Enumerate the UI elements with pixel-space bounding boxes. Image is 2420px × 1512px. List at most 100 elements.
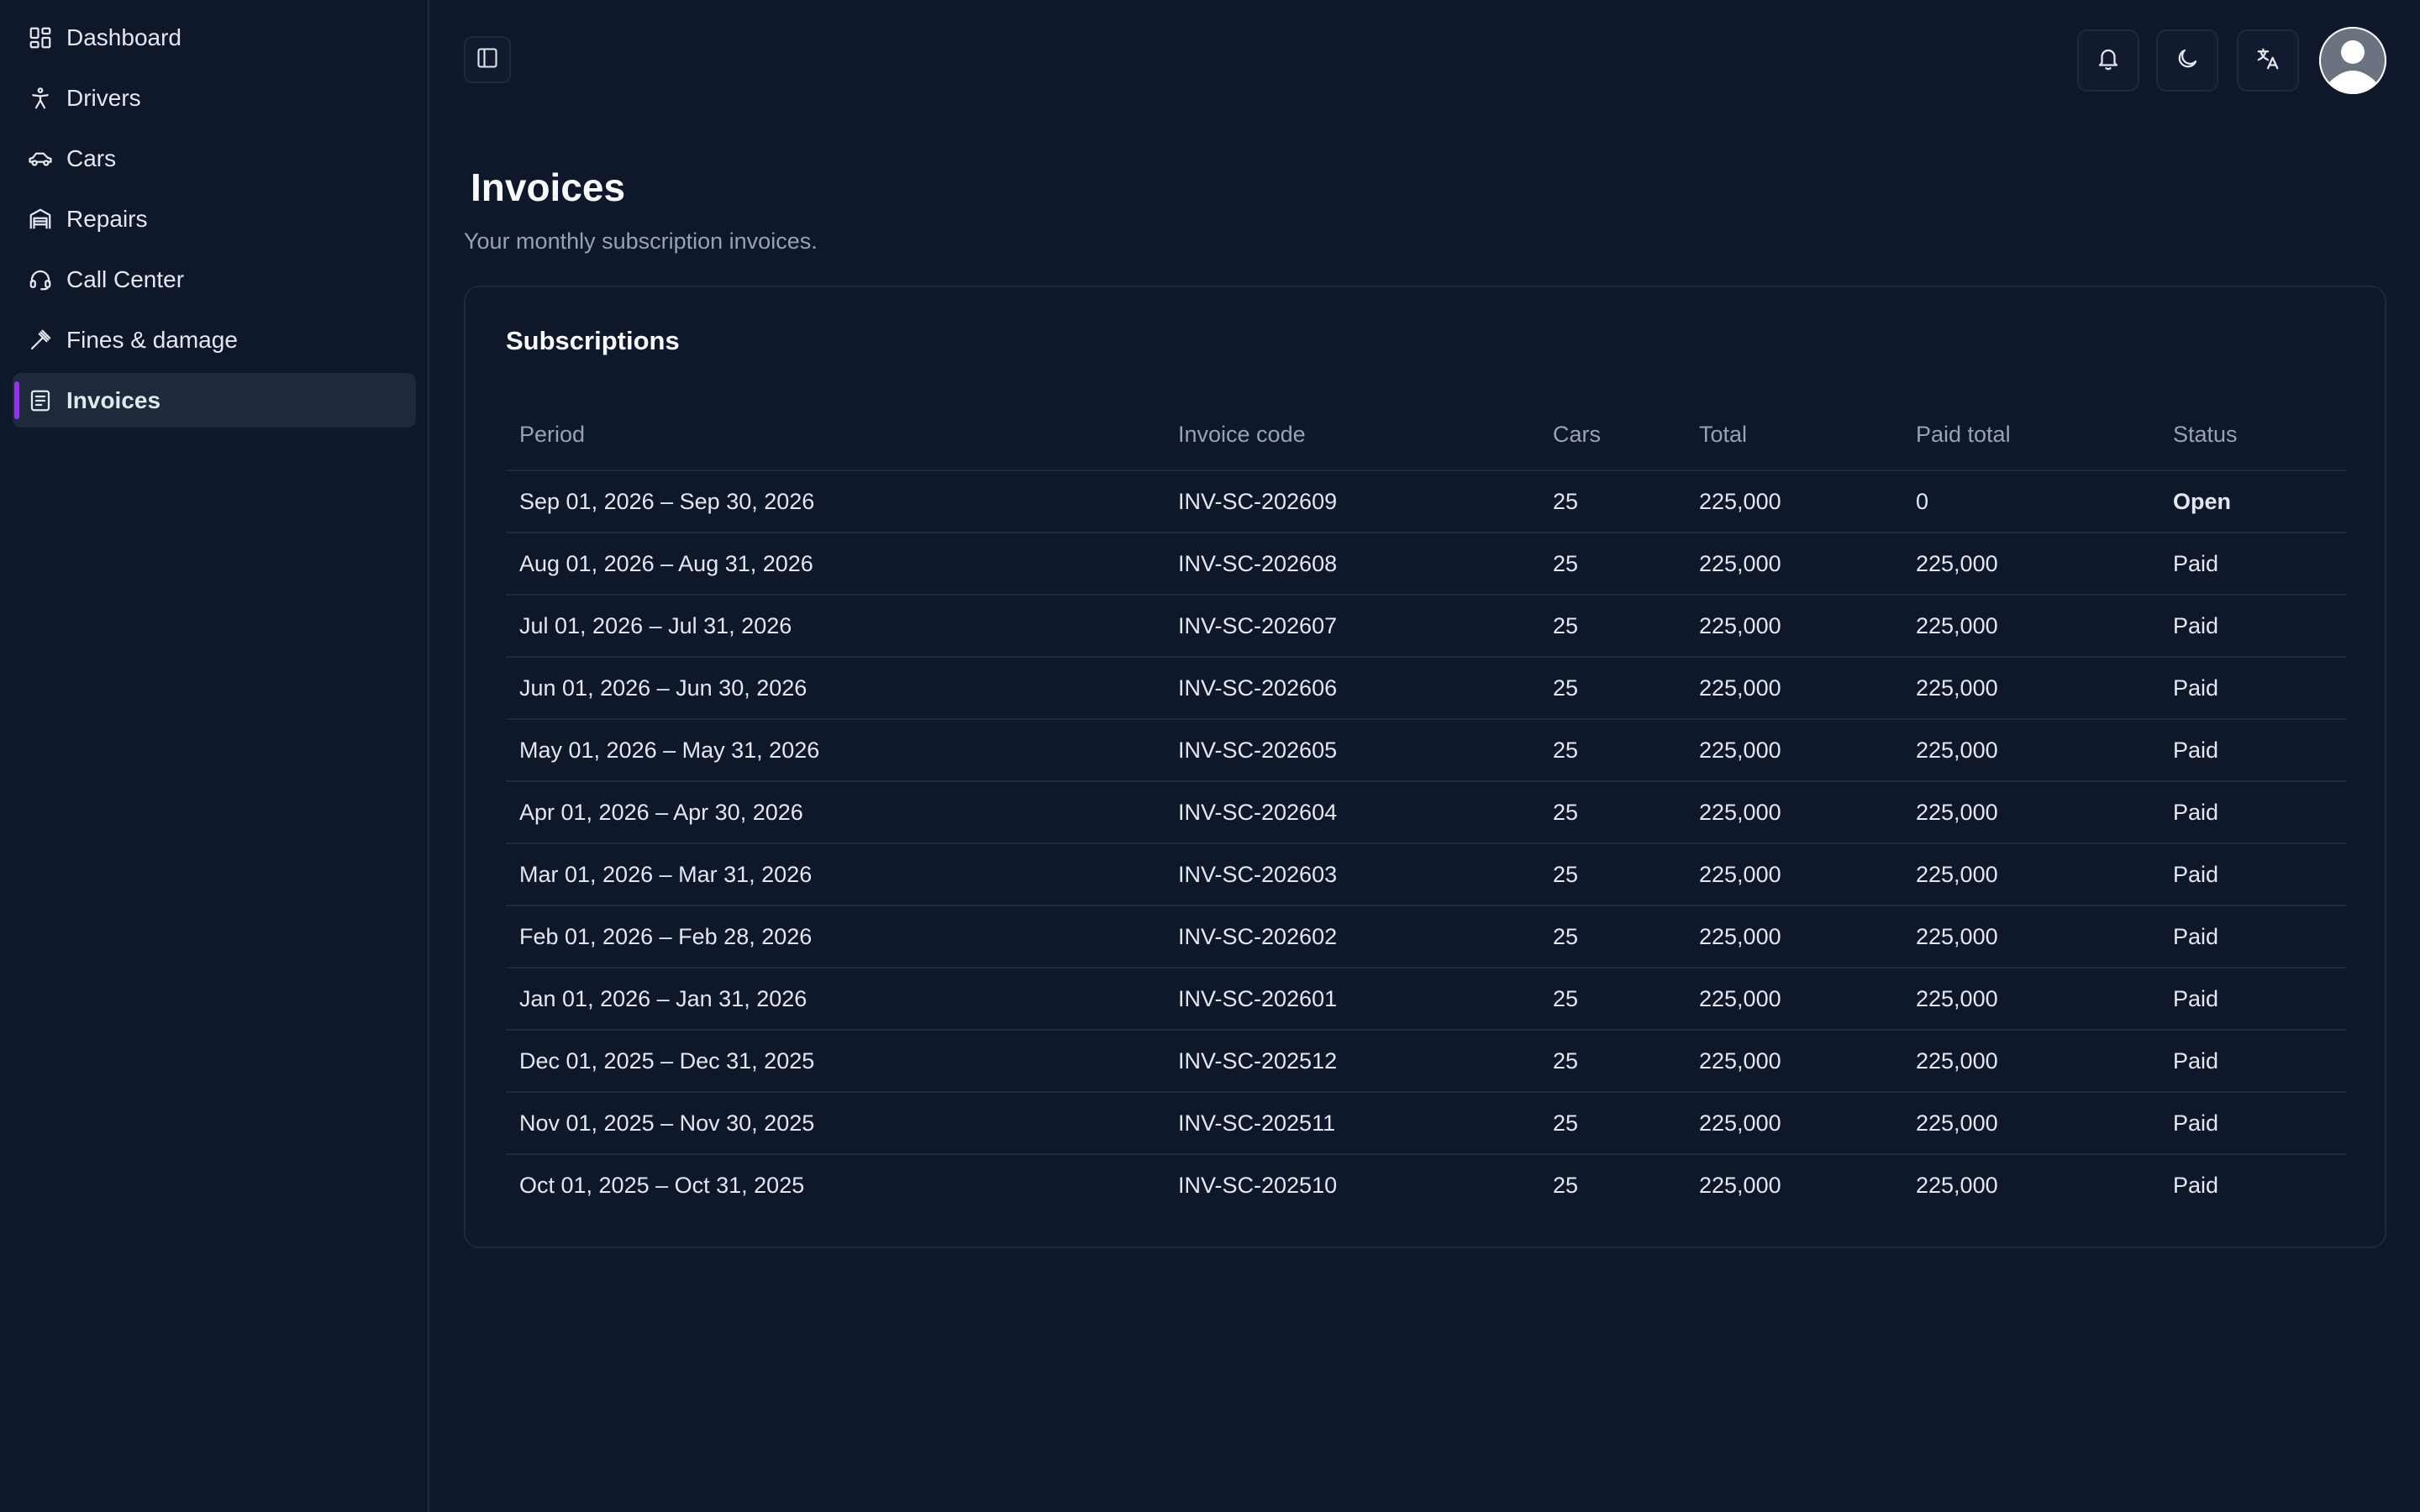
sidebar-toggle-icon [476, 46, 499, 74]
sidebar-item-label: Cars [66, 144, 117, 171]
cell-status: Paid [2160, 906, 2346, 969]
cell-period: Sep 01, 2026 – Sep 30, 2026 [506, 470, 1165, 533]
cell-status: Paid [2160, 1030, 2346, 1093]
page-title: Invoices [471, 165, 626, 209]
cell-cars: 25 [1539, 533, 1686, 596]
invoice-icon [27, 387, 54, 414]
garage-icon [27, 206, 54, 233]
cell-invoice-code: INV-SC-202604 [1165, 781, 1539, 844]
table-row[interactable]: Nov 01, 2025 – Nov 30, 2025 INV-SC-202511… [506, 1092, 2346, 1155]
table-row[interactable]: Feb 01, 2026 – Feb 28, 2026 INV-SC-202602… [506, 906, 2346, 969]
sidebar-item-label: Repairs [66, 205, 148, 232]
table-row[interactable]: Dec 01, 2025 – Dec 31, 2025 INV-SC-202512… [506, 1030, 2346, 1093]
cell-period: Mar 01, 2026 – Mar 31, 2026 [506, 843, 1165, 906]
notifications-button[interactable] [2077, 29, 2139, 92]
cell-total: 225,000 [1686, 781, 1902, 844]
cell-period: Feb 01, 2026 – Feb 28, 2026 [506, 906, 1165, 969]
gavel-icon [27, 327, 54, 354]
cell-total: 225,000 [1699, 1173, 1781, 1198]
sidebar-item-label: Dashboard [66, 24, 182, 50]
cell-paid-total: 225,000 [1902, 781, 2160, 844]
avatar[interactable] [2319, 27, 2386, 94]
column-header-total[interactable]: Total [1686, 400, 1902, 471]
sidebar-item-label: Invoices [66, 386, 161, 413]
cell-status: Open [2160, 470, 2346, 533]
sidebar-item-cars[interactable]: Cars [13, 131, 416, 186]
table-row[interactable]: Aug 01, 2026 – Aug 31, 2026 INV-SC-202608… [506, 533, 2346, 596]
cell-invoice-code: INV-SC-202512 [1165, 1030, 1539, 1093]
cell-total: 225,000 [1686, 470, 1902, 533]
translate-icon [2255, 46, 2281, 76]
cell-invoice-code: INV-SC-202605 [1165, 719, 1539, 782]
sidebar-item-repairs[interactable]: Repairs [13, 192, 416, 246]
column-header-cars[interactable]: Cars [1539, 400, 1686, 471]
cell-total: 225,000 [1686, 1030, 1902, 1093]
cell-paid-total: 225,000 [1902, 1030, 2160, 1093]
column-header-status[interactable]: Status [2160, 400, 2346, 471]
cell-cars: 25 [1539, 1092, 1686, 1155]
cell-cars: 25 [1539, 781, 1686, 844]
cell-period: Aug 01, 2026 – Aug 31, 2026 [506, 533, 1165, 596]
cell-period: Jan 01, 2026 – Jan 31, 2026 [506, 968, 1165, 1031]
table-row[interactable]: Apr 01, 2026 – Apr 30, 2026 INV-SC-202604… [506, 781, 2346, 844]
cell-invoice-code: INV-SC-202608 [1165, 533, 1539, 596]
cell-total: 225,000 [1686, 533, 1902, 596]
cell-cars: 25 [1539, 595, 1686, 658]
cell-cars: 25 [1539, 843, 1686, 906]
cell-status: Paid [2160, 533, 2346, 596]
cell-cars: 25 [1539, 719, 1686, 782]
cell-period: May 01, 2026 – May 31, 2026 [506, 719, 1165, 782]
cell-paid-total: 225,000 [1902, 657, 2160, 720]
table-row[interactable]: May 01, 2026 – May 31, 2026 INV-SC-202605… [506, 719, 2346, 782]
cell-invoice-code: INV-SC-202601 [1165, 968, 1539, 1031]
cell-status: Paid [2160, 843, 2346, 906]
cell-period: Jul 01, 2026 – Jul 31, 2026 [506, 595, 1165, 658]
sidebar: Dashboard Drivers Cars Repairs Call Cent… [0, 0, 429, 1512]
theme-toggle-button[interactable] [2156, 29, 2218, 92]
cell-paid-total: 225,000 [1902, 595, 2160, 658]
cell-paid-total: 225,000 [1902, 533, 2160, 596]
sidebar-item-label: Call Center [66, 265, 185, 292]
cell-period: Dec 01, 2025 – Dec 31, 2025 [506, 1030, 1165, 1093]
sidebar-item-label: Fines & damage [66, 326, 238, 353]
column-header-paid-total[interactable]: Paid total [1902, 400, 2160, 471]
cell-paid-total: 225,000 [1902, 719, 2160, 782]
cell-total: 225,000 [1686, 595, 1902, 658]
cell-cars: 25 [1539, 470, 1686, 533]
table-row[interactable]: Sep 01, 2026 – Sep 30, 2026 INV-SC-202609… [506, 470, 2346, 533]
table-row[interactable]: Oct 01, 2025 – Oct 31, 2025 INV-SC-202510… [506, 1154, 2346, 1216]
cell-period: Jun 01, 2026 – Jun 30, 2026 [506, 657, 1165, 720]
user-avatar-icon [2319, 27, 2386, 94]
cell-cars: 25 [1539, 906, 1686, 969]
bell-icon [2096, 46, 2121, 76]
page-subtitle: Your monthly subscription invoices. [464, 228, 818, 254]
language-button[interactable] [2237, 29, 2299, 92]
sidebar-item-dashboard[interactable]: Dashboard [13, 10, 416, 65]
table-row[interactable]: Jul 01, 2026 – Jul 31, 2026 INV-SC-202607… [506, 595, 2346, 658]
cell-status: Paid [2160, 719, 2346, 782]
cell-total: 225,000 [1686, 1092, 1902, 1155]
table-row[interactable]: Jun 01, 2026 – Jun 30, 2026 INV-SC-202606… [506, 657, 2346, 720]
sidebar-item-invoices[interactable]: Invoices [13, 373, 416, 428]
cell-cars: 25 [1539, 657, 1686, 720]
sidebar-toggle-button[interactable] [464, 36, 511, 83]
cell-invoice-code: INV-SC-202607 [1165, 595, 1539, 658]
column-header-period[interactable]: Period [506, 400, 1165, 471]
cell-cars: 25 [1539, 968, 1686, 1031]
cell-status: Paid [2160, 968, 2346, 1031]
sidebar-item-call-center[interactable]: Call Center [13, 252, 416, 307]
cell-paid-total: 225,000 [1902, 843, 2160, 906]
cell-invoice-code: INV-SC-202609 [1165, 470, 1539, 533]
cell-total: 225,000 [1686, 843, 1902, 906]
headset-icon [27, 266, 54, 293]
cell-status: Paid [2173, 1173, 2219, 1198]
sidebar-item-fines-damage[interactable]: Fines & damage [13, 312, 416, 367]
invoices-table-body: Sep 01, 2026 – Sep 30, 2026 INV-SC-202609… [506, 470, 2346, 1216]
table-row[interactable]: Mar 01, 2026 – Mar 31, 2026 INV-SC-202603… [506, 843, 2346, 906]
table-row[interactable]: Jan 01, 2026 – Jan 31, 2026 INV-SC-202601… [506, 968, 2346, 1031]
cell-cars: 25 [1539, 1030, 1686, 1093]
cell-period: Apr 01, 2026 – Apr 30, 2026 [506, 781, 1165, 844]
column-header-invoice-code[interactable]: Invoice code [1165, 400, 1539, 471]
cell-cars: 25 [1553, 1173, 1579, 1198]
sidebar-item-drivers[interactable]: Drivers [13, 71, 416, 125]
